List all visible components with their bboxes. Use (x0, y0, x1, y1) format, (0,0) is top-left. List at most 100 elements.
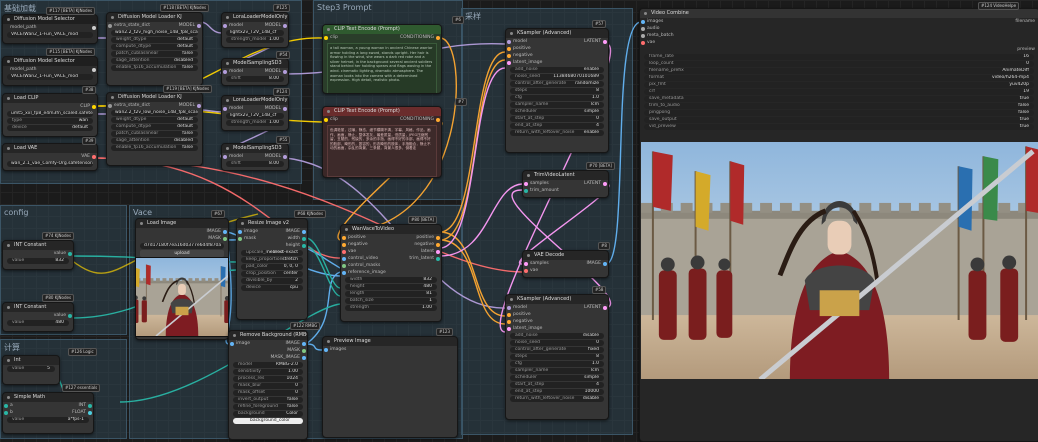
ks2-steps-widget[interactable]: steps 8 (510, 354, 604, 360)
simple-math-node[interactable]: Simple Math a INT b FLOAT value a*fps-1 (2, 392, 94, 434)
ks2-end-at-step-widget[interactable]: end_at_step 10000 (510, 389, 604, 395)
vc-loop-count-widget[interactable]: loop_count 0 (644, 61, 1034, 67)
vace-width-widget[interactable]: width 832 (345, 277, 437, 283)
ksampler-advanced-1[interactable]: KSampler (Advanced) model LATENT positive… (505, 28, 609, 153)
compute-dtype-widget[interactable]: compute_dtype default (111, 44, 198, 50)
diffusion-model-selector-1[interactable]: Diffusion Model Selector model_path VACE… (2, 14, 98, 44)
positive-prompt-textarea[interactable]: a tall woman, a young woman in ancient C… (327, 43, 437, 93)
vc-pix-fmt-widget[interactable]: pix_fmt yuv420p (644, 82, 1034, 88)
input-socket[interactable] (342, 243, 346, 247)
vc-format-widget[interactable]: format video/h264-mp4 (644, 75, 1034, 81)
load-clip-node[interactable]: Load CLIP CLIP umt5_xxl_fp8_e4m3fn_scale… (2, 93, 98, 137)
resize-keep-proportion-widget[interactable]: keep_proportion stretch (241, 257, 303, 263)
weight-dtype-widget[interactable]: weight_dtype default (111, 37, 198, 43)
ks1-cfg-widget[interactable]: cfg 1.0 (510, 95, 604, 101)
vc-filename-prefix-widget[interactable]: filename_prefix AnimateDiff (644, 68, 1034, 74)
int-value-widget[interactable]: value 5 (7, 366, 55, 372)
resize-device-widget[interactable]: device cpu (241, 285, 303, 291)
input-socket[interactable] (641, 27, 645, 31)
resize-upscale-method-widget[interactable]: upscale_method nearest-exact (241, 250, 303, 256)
model-name-widget[interactable]: wan2.2_t2v_high_noise_14B_fp8_scale (111, 30, 198, 36)
math-expression-widget[interactable]: value a*fps-1 (7, 417, 89, 423)
vace-batch-size-widget[interactable]: batch_size 1 (345, 298, 437, 304)
vae-name-widget[interactable]: wan_2.1_vae_Comfy-Org.safetensors (7, 161, 93, 167)
vace-height-widget[interactable]: height 480 (345, 284, 437, 290)
ks2-start-at-step-widget[interactable]: start_at_step 4 (510, 382, 604, 388)
fp16-accumulation-widget[interactable]: enable_fp16_accumulation false (111, 65, 198, 71)
background-color-widget[interactable]: background_color (233, 418, 303, 424)
vc-vid-preview-widget[interactable]: vid_preview true (644, 124, 1034, 130)
compute-dtype-widget[interactable]: compute_dtype default (111, 124, 198, 130)
lora-name-widget[interactable]: lightx2v_T2V_14B_cf (226, 30, 284, 36)
trim-video-latent[interactable]: TrimVideoLatent samples LATENT trim_amoun… (522, 170, 609, 198)
input-socket[interactable] (342, 264, 346, 268)
strength-model-widget[interactable]: strength_model 1.00 (226, 120, 284, 126)
ks2-return-with-leftover-noise-widget[interactable]: return_with_leftover_noise disable (510, 396, 604, 402)
sage-attention-widget[interactable]: sage_attention disabled (111, 138, 198, 144)
ksampler-advanced-2[interactable]: KSampler (Advanced) model LATENT positive… (505, 294, 609, 420)
vc-frame-rate-widget[interactable]: frame_rate 16 (644, 54, 1034, 60)
image-file-widget[interactable]: d7d17180f7ea16d0377e6d4f870a (140, 243, 224, 249)
clip-text-encode-positive[interactable]: CLIP Text Encode (Prompt) clip CONDITIONI… (322, 24, 442, 94)
ks1-end-at-step-widget[interactable]: end_at_step 4 (510, 123, 604, 129)
wan-vace-to-video[interactable]: WanVaceToVideo positive positive negative n… (340, 224, 442, 322)
ks1-steps-widget[interactable]: steps 8 (510, 88, 604, 94)
lora-name-widget[interactable]: lightx2v_T2V_14B_cf (226, 113, 284, 119)
input-socket[interactable] (641, 20, 645, 24)
ks1-start-at-step-widget[interactable]: start_at_step 0 (510, 116, 604, 122)
weight-dtype-widget[interactable]: weight_dtype default (111, 117, 198, 123)
vc-trim-to-audio-widget[interactable]: trim_to_audio false (644, 103, 1034, 109)
vc-save-metadata-widget[interactable]: save_metadata true (644, 96, 1034, 102)
resize-crop-position-widget[interactable]: crop_position center (241, 271, 303, 277)
output-socket[interactable] (436, 257, 440, 261)
fp16-accumulation-widget[interactable]: enable_fp16_accumulation false (111, 145, 198, 151)
input-socket[interactable] (641, 34, 645, 38)
sage-attention-widget[interactable]: sage_attention disabled (111, 58, 198, 64)
clip-name-widget[interactable]: umt5_xxl_fp8_e4m3fn_scaled.safetens (7, 111, 93, 117)
ks1-noise-seed-widget[interactable]: noise_seed 1138468070101689 (510, 74, 604, 80)
ks1-scheduler-widget[interactable]: scheduler simple (510, 109, 604, 115)
ks2-control-after-generate-widget[interactable]: control_after_generate fixed (510, 347, 604, 353)
int-value-widget[interactable]: value 832 (7, 258, 69, 264)
ks2-scheduler-widget[interactable]: scheduler simple (510, 375, 604, 381)
upload-button[interactable]: upload (140, 250, 224, 257)
patch-cublaslinear-widget[interactable]: patch_cublaslinear false (111, 51, 198, 57)
input-socket[interactable] (342, 236, 346, 240)
patch-cublaslinear-widget[interactable]: patch_cublaslinear false (111, 131, 198, 137)
vae-decode-node[interactable]: VAE Decode samples IMAGE vae (522, 250, 609, 278)
ks2-add-noise-widget[interactable]: add_noise disable (510, 333, 604, 339)
ks2-sampler-name-widget[interactable]: sampler_name lcm (510, 368, 604, 374)
node-canvas[interactable]: 基础加载 Step3 Prompt 采样 config Vace 计算 Diff… (0, 0, 1038, 442)
output-socket[interactable] (436, 243, 440, 247)
clip-text-encode-negative[interactable]: CLIP Text Encode (Prompt) clip CONDITIONI… (322, 106, 442, 178)
load-vae-node[interactable]: Load VAE VAE wan_2.1_vae_Comfy-Org.safet… (2, 143, 98, 171)
model-path-widget[interactable]: VACE\Wan2_1-Fun_VACE_mod (7, 32, 93, 38)
input-socket[interactable] (342, 271, 346, 275)
ks1-return-with-leftover-noise-widget[interactable]: return_with_leftover_noise enable (510, 130, 604, 136)
resize-image-node[interactable]: Resize Image v2 image IMAGE mask width hei… (236, 218, 308, 320)
ks1-sampler-name-widget[interactable]: sampler_name lcm (510, 102, 604, 108)
int-constant-width[interactable]: INT Constant value value 832 (2, 240, 74, 270)
vc-crf-widget[interactable]: crf 19 (644, 89, 1034, 95)
type-widget[interactable]: type wan (7, 118, 93, 124)
shift-widget[interactable]: shift 8.00 (226, 161, 284, 167)
vc-pingpong-widget[interactable]: pingpong false (644, 110, 1034, 116)
rembg-background-widget[interactable]: background Color (233, 411, 303, 417)
lora-loader-1[interactable]: LoraLoaderModelOnly model MODEL lightx2v_… (221, 12, 289, 48)
model-sampling-sd3-1[interactable]: ModelSamplingSD3 model MODEL shift 8.00 (221, 58, 289, 86)
lora-loader-2[interactable]: LoraLoaderModelOnly model MODEL lightx2v_… (221, 95, 289, 131)
int-value-widget[interactable]: value 480 (7, 320, 69, 326)
input-socket[interactable] (342, 257, 346, 261)
input-socket[interactable] (641, 41, 645, 45)
output-socket[interactable] (436, 250, 440, 254)
rembg-sensitivity-widget[interactable]: sensitivity 1.00 (233, 369, 303, 375)
ks2-cfg-widget[interactable]: cfg 1.0 (510, 361, 604, 367)
rembg-model-widget[interactable]: model RMBG-2.0 (233, 362, 303, 368)
remove-background-node[interactable]: Remove Background (RMBG) image IMAGE MASK… (228, 330, 308, 440)
ks1-add-noise-widget[interactable]: add_noise enable (510, 67, 604, 73)
resize-divisible-by-widget[interactable]: divisible_by 2 (241, 278, 303, 284)
rembg-refine-foreground-widget[interactable]: refine_foreground false (233, 404, 303, 410)
rembg-mask-offset-widget[interactable]: mask_offset 0 (233, 390, 303, 396)
preview-image-node[interactable]: Preview Image images (322, 336, 458, 438)
rembg-mask-blur-widget[interactable]: mask_blur 0 (233, 383, 303, 389)
